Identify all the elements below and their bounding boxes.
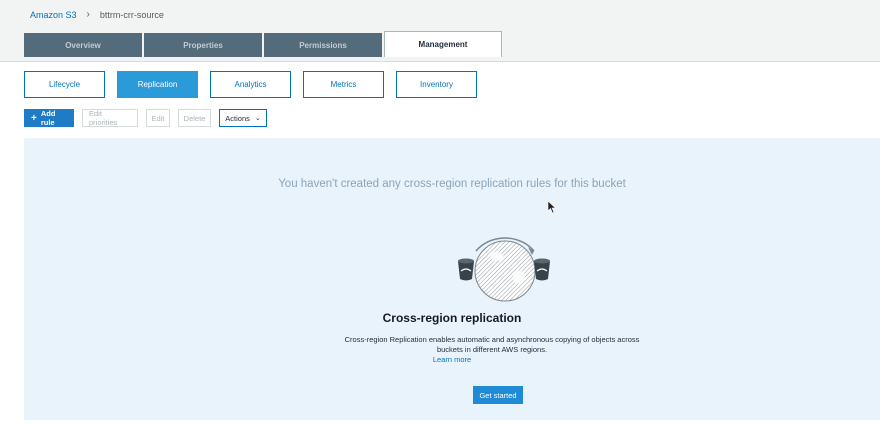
subtab-inventory[interactable]: Inventory: [396, 71, 477, 98]
subtab-metrics[interactable]: Metrics: [303, 71, 384, 98]
empty-state-panel: You haven't created any cross-region rep…: [24, 138, 880, 420]
management-subtabs: Lifecycle Replication Analytics Metrics …: [24, 71, 477, 98]
edit-button[interactable]: Edit: [146, 109, 170, 127]
learn-more-link[interactable]: Learn more: [24, 355, 880, 364]
feature-title: Cross-region replication: [382, 311, 522, 325]
add-rule-button[interactable]: + Add rule: [24, 109, 74, 127]
breadcrumb-separator: ›: [86, 9, 90, 20]
subtab-replication[interactable]: Replication: [117, 71, 198, 98]
plus-icon: +: [31, 112, 37, 124]
subtab-lifecycle[interactable]: Lifecycle: [24, 71, 105, 98]
rule-toolbar: + Add rule Edit priorities Edit Delete A…: [24, 109, 267, 127]
main-tabs: Overview Properties Permissions Manageme…: [24, 31, 502, 57]
edit-priorities-button[interactable]: Edit priorities: [82, 109, 138, 127]
mouse-cursor-icon: [547, 200, 557, 214]
get-started-button[interactable]: Get started: [473, 386, 523, 404]
empty-state-message: You haven't created any cross-region rep…: [278, 178, 626, 190]
top-bar: Amazon S3 › bttrm-crr-source Overview Pr…: [0, 0, 880, 62]
actions-label: Actions: [225, 113, 250, 123]
feature-description: Cross-region Replication enables automat…: [344, 335, 640, 354]
tab-management[interactable]: Management: [384, 31, 502, 57]
subtab-analytics[interactable]: Analytics: [210, 71, 291, 98]
globe-replication-illustration: [458, 237, 550, 302]
tab-properties[interactable]: Properties: [144, 33, 262, 57]
actions-dropdown[interactable]: Actions ⌄: [219, 109, 267, 127]
breadcrumb-bucket: bttrm-crr-source: [99, 9, 164, 20]
breadcrumb: Amazon S3 › bttrm-crr-source: [30, 9, 164, 20]
tab-overview[interactable]: Overview: [24, 33, 142, 57]
breadcrumb-amazon-s3[interactable]: Amazon S3: [30, 10, 77, 20]
add-rule-label: Add rule: [40, 109, 56, 127]
tab-permissions[interactable]: Permissions: [264, 33, 382, 57]
delete-button[interactable]: Delete: [178, 109, 211, 127]
chevron-down-icon: ⌄: [254, 115, 261, 122]
